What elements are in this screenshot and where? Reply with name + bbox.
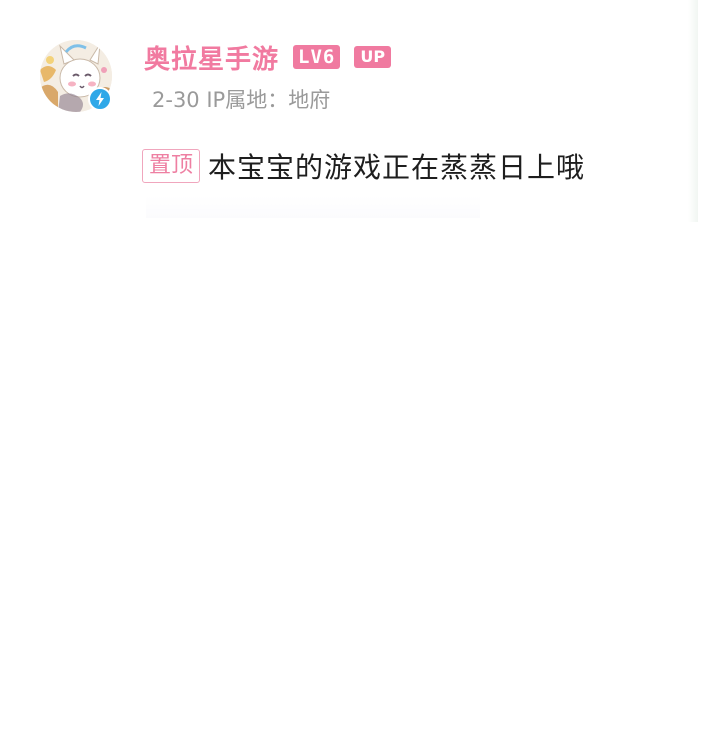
content-fade [146, 196, 480, 218]
up-badge: UP [354, 46, 392, 68]
page: 奥拉星手游 LV6 UP 2-30 IP属地：地府 置顶 本宝宝的游戏正在蒸蒸日… [0, 0, 720, 748]
comment-meta: 2-30 IP属地：地府 [152, 88, 331, 112]
comment-text[interactable]: 本宝宝的游戏正在蒸蒸日上哦 [208, 146, 585, 186]
pinned-comment: 奥拉星手游 LV6 UP 2-30 IP属地：地府 置顶 本宝宝的游戏正在蒸蒸日… [0, 0, 720, 230]
comment-header: 奥拉星手游 LV6 UP [144, 38, 392, 76]
level-badge: LV6 [293, 45, 341, 69]
avatar[interactable] [40, 40, 112, 112]
pinned-tag: 置顶 [142, 149, 201, 183]
username[interactable]: 奥拉星手游 [144, 39, 279, 76]
verify-icon [88, 87, 112, 111]
comment-content: 置顶 本宝宝的游戏正在蒸蒸日上哦 [142, 144, 585, 188]
